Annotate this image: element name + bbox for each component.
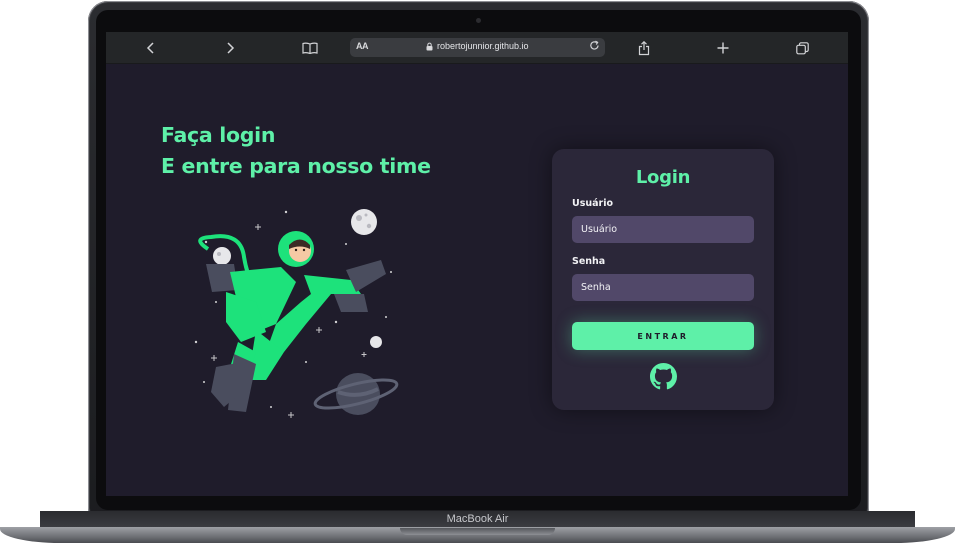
reload-icon[interactable] [589, 40, 600, 54]
password-input[interactable] [572, 274, 754, 301]
lock-icon [426, 42, 433, 50]
chevron-left-icon[interactable] [138, 37, 164, 59]
camera-icon [476, 18, 481, 23]
headline-line-1: Faça login [161, 123, 276, 147]
address-bar[interactable]: AA robertojunnior.github.io [350, 38, 605, 57]
url-text: robertojunnior.github.io [437, 41, 529, 51]
laptop-notch [400, 528, 555, 535]
headline-line-2: E entre para nosso time [161, 154, 431, 178]
login-card: Login Usuário Senha ENTRAR [552, 149, 774, 410]
share-icon[interactable] [631, 37, 657, 59]
text-size-icon[interactable]: AA [356, 41, 369, 51]
plus-icon[interactable] [710, 37, 736, 59]
screen: AA robertojunnior.github.io Faça login E… [106, 32, 848, 496]
tabs-icon[interactable] [789, 37, 815, 59]
github-icon[interactable] [650, 363, 677, 390]
password-label: Senha [572, 256, 606, 267]
login-submit-button[interactable]: ENTRAR [572, 322, 754, 350]
astronaut-illustration [194, 209, 399, 418]
book-icon[interactable] [297, 37, 323, 59]
login-title: Login [635, 167, 691, 188]
username-input[interactable] [572, 216, 754, 243]
device-model-label: MacBook Air [446, 513, 509, 525]
browser-toolbar: AA robertojunnior.github.io [106, 32, 848, 64]
chevron-right-icon[interactable] [217, 37, 243, 59]
page-headline: Faça login E entre para nosso time [161, 120, 431, 182]
username-label: Usuário [572, 198, 614, 209]
